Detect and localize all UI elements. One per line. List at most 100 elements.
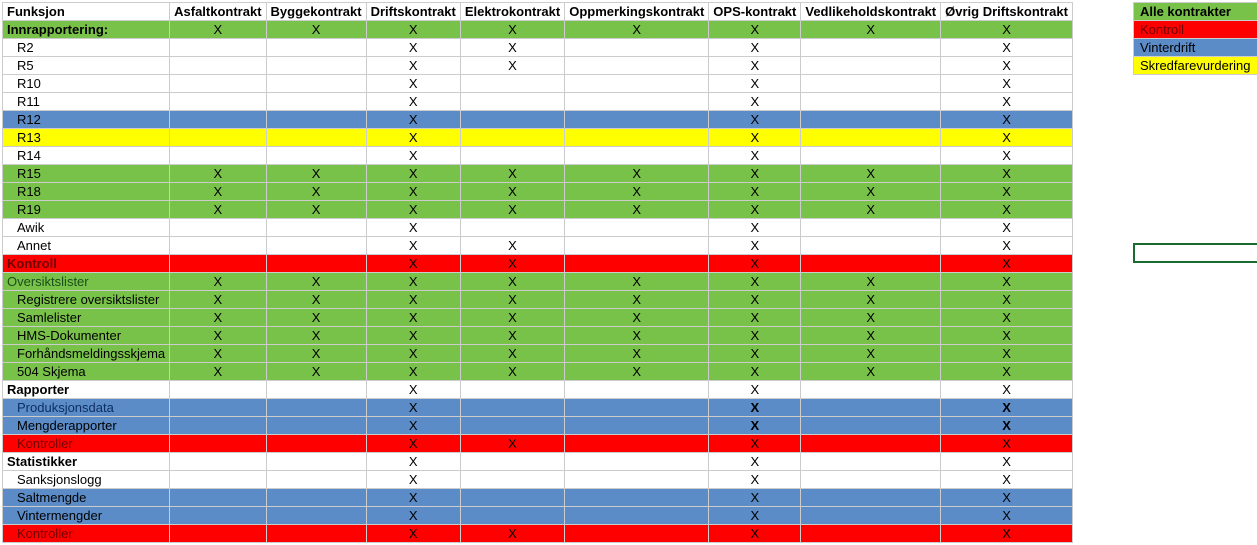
mark-cell: X — [709, 327, 801, 345]
mark-cell: X — [941, 93, 1073, 111]
table-body: Innrapportering:XXXXXXXXR2XXXXR5XXXXR10X… — [3, 21, 1073, 543]
row-label: R15 — [3, 165, 170, 183]
mark-cell — [266, 129, 366, 147]
table-row: KontrollXXXX — [3, 255, 1073, 273]
mark-cell — [565, 147, 709, 165]
mark-cell: X — [709, 219, 801, 237]
mark-cell: X — [366, 489, 460, 507]
table-row: KontrollerXXXX — [3, 435, 1073, 453]
mark-cell — [565, 507, 709, 525]
mark-cell — [266, 219, 366, 237]
mark-cell: X — [366, 39, 460, 57]
mark-cell: X — [801, 165, 941, 183]
mark-cell: X — [460, 291, 564, 309]
mark-cell: X — [460, 165, 564, 183]
mark-cell — [170, 39, 266, 57]
mark-cell: X — [709, 255, 801, 273]
row-label: Registrere oversiktslister — [3, 291, 170, 309]
mark-cell — [170, 111, 266, 129]
row-label: Statistikker — [3, 453, 170, 471]
mark-cell: X — [266, 21, 366, 39]
mark-cell — [801, 57, 941, 75]
table-row: R12XXX — [3, 111, 1073, 129]
mark-cell — [801, 237, 941, 255]
table-row: SamlelisterXXXXXXXX — [3, 309, 1073, 327]
mark-cell — [170, 399, 266, 417]
mark-cell: X — [941, 129, 1073, 147]
col-ops: OPS-kontrakt — [709, 3, 801, 21]
mark-cell: X — [941, 327, 1073, 345]
mark-cell: X — [170, 273, 266, 291]
mark-cell: X — [366, 219, 460, 237]
table-row: R15XXXXXXXX — [3, 165, 1073, 183]
mark-cell: X — [941, 57, 1073, 75]
mark-cell: X — [801, 21, 941, 39]
mark-cell — [801, 435, 941, 453]
mark-cell: X — [366, 237, 460, 255]
mark-cell — [801, 489, 941, 507]
mark-cell: X — [941, 111, 1073, 129]
mark-cell: X — [366, 327, 460, 345]
mark-cell — [170, 129, 266, 147]
mark-cell: X — [801, 327, 941, 345]
mark-cell: X — [709, 93, 801, 111]
row-label: R5 — [3, 57, 170, 75]
legend-label: Skredfarevurdering — [1133, 57, 1257, 75]
table-row: ProduksjonsdataXXX — [3, 399, 1073, 417]
contract-matrix-table: Funksjon Asfaltkontrakt Byggekontrakt Dr… — [2, 2, 1073, 543]
row-label: Kontroller — [3, 435, 170, 453]
mark-cell — [266, 93, 366, 111]
table-row: R18XXXXXXXX — [3, 183, 1073, 201]
table-row: R19XXXXXXXX — [3, 201, 1073, 219]
header-row: Funksjon Asfaltkontrakt Byggekontrakt Dr… — [3, 3, 1073, 21]
mark-cell: X — [801, 291, 941, 309]
mark-cell: X — [709, 165, 801, 183]
selected-cell-highlight[interactable] — [1133, 243, 1257, 263]
row-label: Produksjonsdata — [3, 399, 170, 417]
mark-cell: X — [170, 363, 266, 381]
mark-cell: X — [565, 183, 709, 201]
mark-cell: X — [941, 147, 1073, 165]
legend-label: Alle kontrakter — [1133, 3, 1257, 21]
mark-cell: X — [941, 201, 1073, 219]
mark-cell — [170, 489, 266, 507]
mark-cell — [266, 399, 366, 417]
row-label: R18 — [3, 183, 170, 201]
row-label: Vintermengder — [3, 507, 170, 525]
mark-cell — [565, 381, 709, 399]
mark-cell: X — [366, 453, 460, 471]
table-row: HMS-DokumenterXXXXXXXX — [3, 327, 1073, 345]
mark-cell: X — [709, 381, 801, 399]
mark-cell — [266, 489, 366, 507]
mark-cell: X — [709, 183, 801, 201]
mark-cell: X — [801, 309, 941, 327]
mark-cell: X — [941, 435, 1073, 453]
mark-cell: X — [366, 147, 460, 165]
mark-cell — [170, 219, 266, 237]
mark-cell — [565, 525, 709, 543]
mark-cell: X — [941, 471, 1073, 489]
mark-cell: X — [460, 435, 564, 453]
mark-cell — [460, 489, 564, 507]
mark-cell: X — [709, 417, 801, 435]
col-ovrig: Øvrig Driftskontrakt — [941, 3, 1073, 21]
mark-cell: X — [266, 273, 366, 291]
mark-cell — [801, 507, 941, 525]
mark-cell: X — [709, 39, 801, 57]
mark-cell: X — [941, 273, 1073, 291]
col-bygge: Byggekontrakt — [266, 3, 366, 21]
table-row: 504 SkjemaXXXXXXXX — [3, 363, 1073, 381]
row-label: Kontroller — [3, 525, 170, 543]
mark-cell: X — [366, 273, 460, 291]
mark-cell: X — [366, 129, 460, 147]
mark-cell — [565, 237, 709, 255]
mark-cell: X — [941, 363, 1073, 381]
mark-cell — [266, 507, 366, 525]
mark-cell: X — [801, 363, 941, 381]
mark-cell: X — [366, 183, 460, 201]
mark-cell: X — [709, 75, 801, 93]
mark-cell: X — [366, 345, 460, 363]
mark-cell — [170, 507, 266, 525]
mark-cell — [266, 57, 366, 75]
mark-cell: X — [941, 237, 1073, 255]
